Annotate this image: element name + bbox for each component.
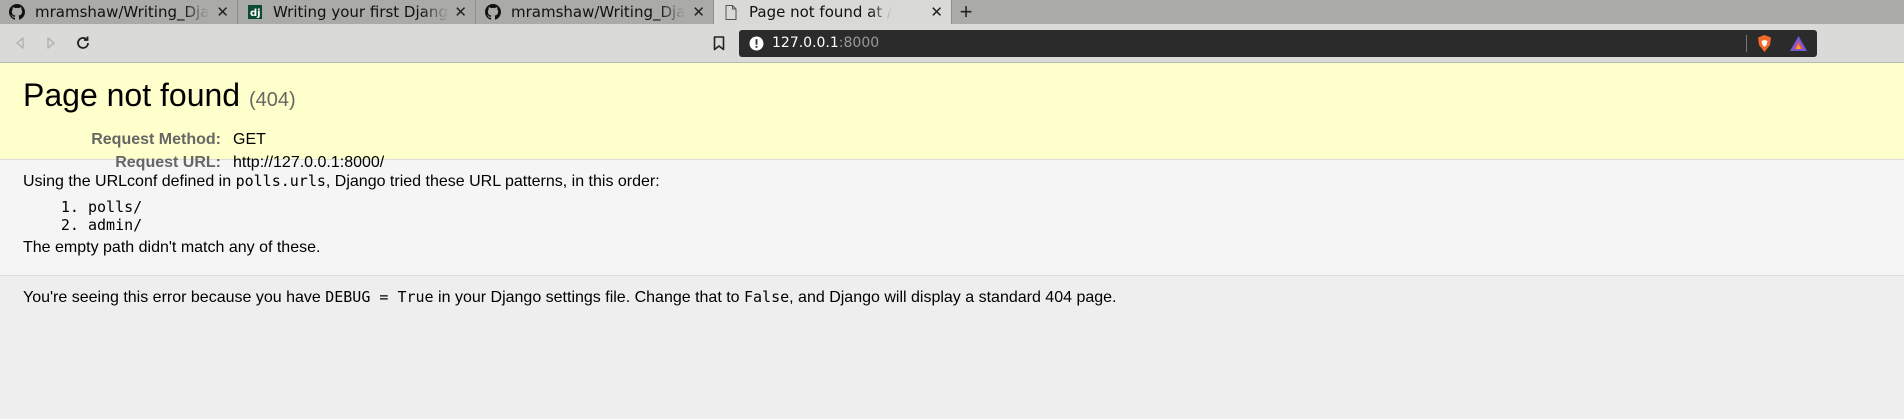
page-title: Page not found (404)	[23, 75, 1881, 120]
brave-shields-icon[interactable]	[1756, 34, 1773, 58]
page-title-text: Page not found	[23, 77, 241, 113]
explanation-before: You're seeing this error because you hav…	[23, 289, 326, 306]
info-icon[interactable]	[749, 36, 764, 56]
brave-rewards-icon[interactable]	[1789, 35, 1808, 57]
tab-close-icon[interactable]: ✕	[692, 3, 705, 21]
reload-icon[interactable]	[73, 33, 93, 53]
request-method-label: Request Method:	[91, 131, 221, 148]
urlconf-text-before: Using the URLconf defined in	[23, 173, 236, 190]
urlconf-description: Using the URLconf defined in polls.urls,…	[23, 171, 1881, 192]
tab-title: Writing your first Djang	[273, 3, 448, 21]
debug-setting: DEBUG = True	[325, 288, 434, 306]
url-pattern-item: admin/	[88, 216, 1881, 234]
tab-github-1[interactable]: mramshaw/Writing_Dja ✕	[0, 0, 238, 24]
github-icon	[8, 3, 26, 21]
tab-title: Page not found at /	[749, 3, 893, 21]
explanation-middle: in your Django settings file. Change tha…	[433, 289, 744, 306]
status-code: (404)	[248, 89, 296, 111]
document-icon	[722, 3, 740, 21]
tab-github-2[interactable]: mramshaw/Writing_Dja ✕	[476, 0, 714, 24]
browser-toolbar: 127.0.0.1:8000	[0, 24, 1904, 63]
forward-icon[interactable]	[41, 33, 61, 53]
address-bar-divider	[1746, 35, 1747, 52]
tab-django-docs[interactable]: dj Writing your first Djang ✕	[238, 0, 476, 24]
tab-page-not-found[interactable]: Page not found at / ✕	[714, 0, 952, 24]
tab-close-icon[interactable]: ✕	[216, 3, 229, 21]
back-icon[interactable]	[10, 33, 30, 53]
request-method-row: Request Method: GET	[23, 128, 1881, 151]
github-icon	[484, 3, 502, 21]
tab-title: mramshaw/Writing_Dja	[35, 3, 210, 21]
no-match-message: The empty path didn't match any of these…	[23, 239, 321, 256]
explanation-after: , and Django will display a standard 404…	[789, 289, 1117, 306]
new-tab-button[interactable]: +	[952, 0, 980, 24]
bookmark-icon[interactable]	[709, 33, 729, 53]
svg-text:dj: dj	[250, 8, 261, 19]
url-text: 127.0.0.1:8000	[772, 35, 879, 51]
false-value: False	[744, 288, 790, 306]
urlconf-info: Using the URLconf defined in polls.urls,…	[0, 160, 1904, 276]
tab-close-icon[interactable]: ✕	[454, 3, 467, 21]
tab-title: mramshaw/Writing_Dja	[511, 3, 686, 21]
address-bar[interactable]: 127.0.0.1:8000	[739, 30, 1817, 57]
url-port: :8000	[838, 35, 880, 51]
urlconf-module: polls.urls	[235, 172, 326, 190]
url-host: 127.0.0.1	[772, 35, 839, 51]
django-icon: dj	[246, 3, 264, 21]
tab-strip: mramshaw/Writing_Dja ✕ dj Writing your f…	[0, 0, 1904, 24]
tab-close-icon[interactable]: ✕	[930, 3, 943, 21]
urlconf-text-after: , Django tried these URL patterns, in th…	[325, 173, 660, 190]
url-patterns-list: polls/ admin/	[23, 198, 1881, 234]
request-method-value: GET	[233, 131, 266, 148]
debug-explanation: You're seeing this error because you hav…	[0, 276, 1904, 319]
error-summary: Page not found (404) Request Method: GET…	[0, 63, 1904, 171]
url-pattern-item: polls/	[88, 198, 1881, 216]
